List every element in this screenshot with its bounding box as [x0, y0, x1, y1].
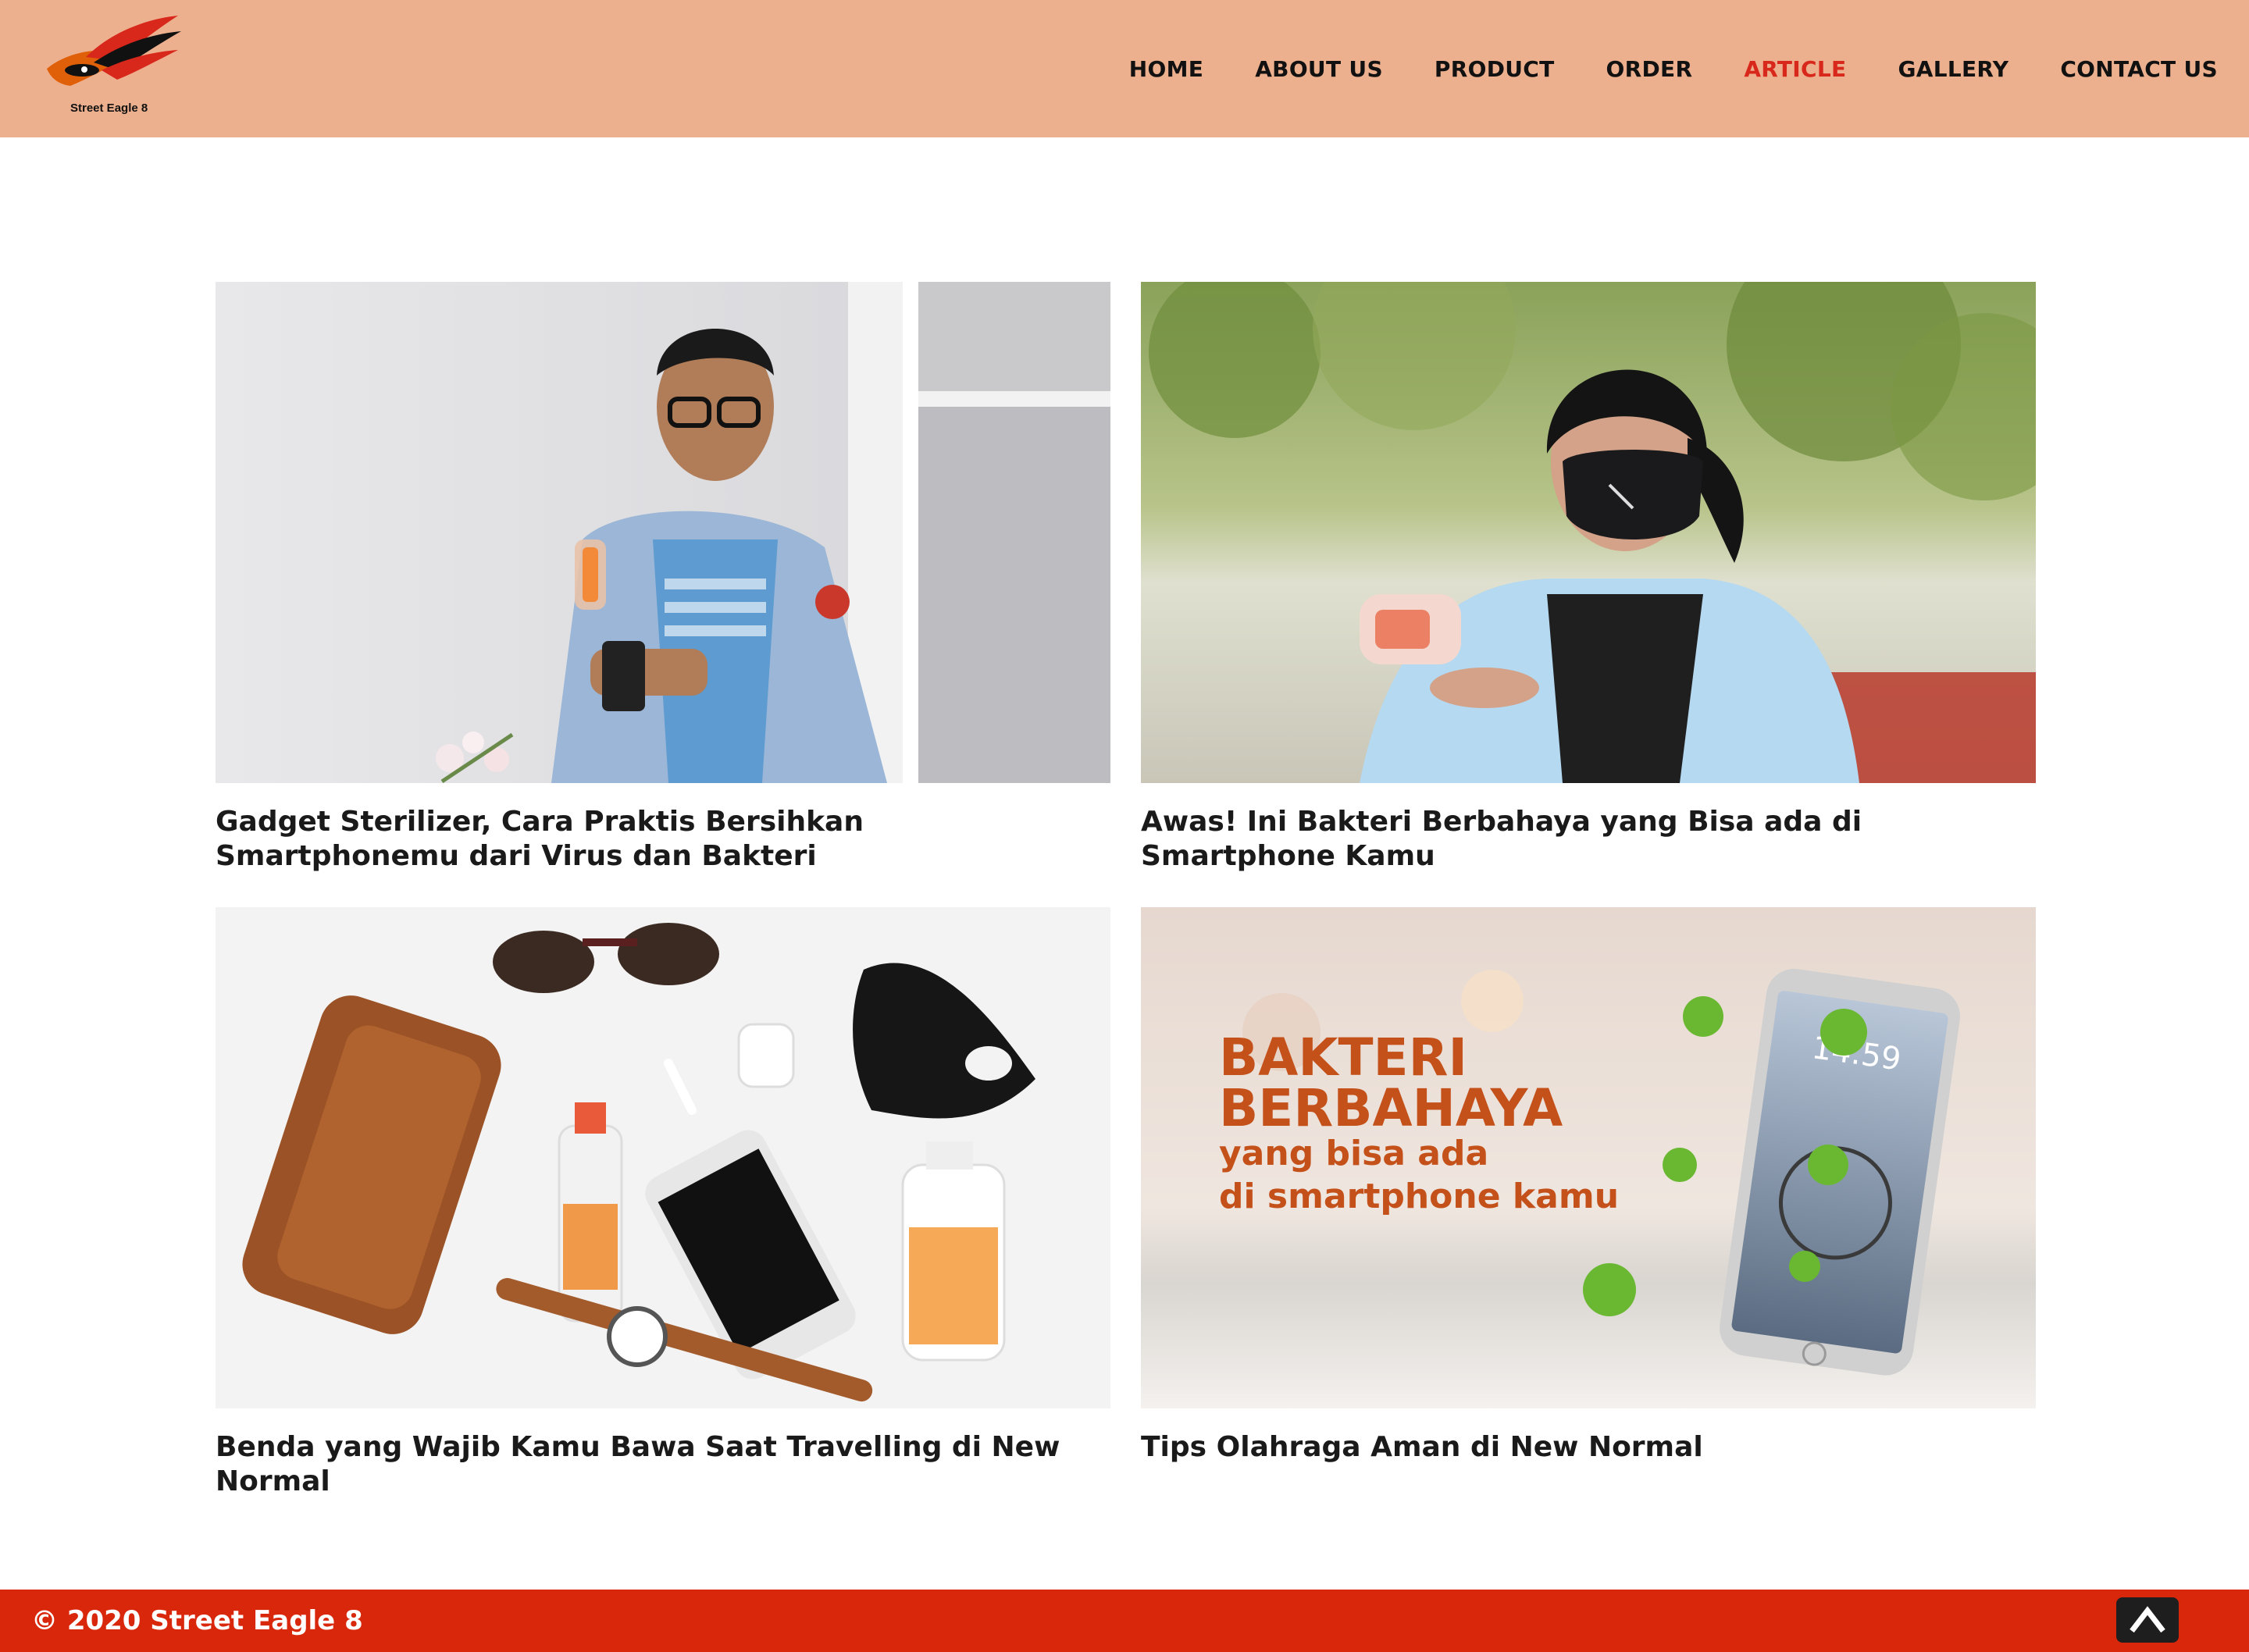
- article-image[interactable]: [216, 907, 1110, 1408]
- nav-order[interactable]: ORDER: [1606, 56, 1693, 82]
- site-header: Street Eagle 8 HOME ABOUT US PRODUCT ORD…: [0, 0, 2249, 137]
- chevron-up-icon: [2130, 1606, 2165, 1633]
- nav-article[interactable]: ARTICLE: [1744, 56, 1846, 82]
- article-card: Gadget Sterilizer, Cara Praktis Bersihka…: [216, 282, 1110, 874]
- main-nav: HOME ABOUT US PRODUCT ORDER ARTICLE GALL…: [1129, 0, 2218, 137]
- article-card: Awas! Ini Bakteri Berbahaya yang Bisa ad…: [1141, 282, 2036, 874]
- image-headline-line-2: BERBAHAYA: [1219, 1078, 1563, 1138]
- eagle-logo-icon: [47, 16, 181, 86]
- copyright-text: © 2020 Street Eagle 8: [31, 1605, 363, 1636]
- article-title[interactable]: Gadget Sterilizer, Cara Praktis Bersihka…: [216, 805, 1090, 874]
- image-headline-line-3: yang bisa ada: [1219, 1134, 1488, 1173]
- article-card: 14.59 BAKTERI BERBAHAYA yang bisa ada di…: [1141, 907, 2036, 1465]
- article-card: Benda yang Wajib Kamu Bawa Saat Travelli…: [216, 907, 1110, 1499]
- nav-gallery[interactable]: GALLERY: [1898, 56, 2008, 82]
- article-image[interactable]: [216, 282, 1110, 783]
- nav-about-us[interactable]: ABOUT US: [1255, 56, 1383, 82]
- article-image[interactable]: [1141, 282, 2036, 783]
- nav-product[interactable]: PRODUCT: [1435, 56, 1555, 82]
- site-footer: © 2020 Street Eagle 8: [0, 1590, 2249, 1652]
- image-headline-line-4: di smartphone kamu: [1219, 1177, 1619, 1216]
- nav-home[interactable]: HOME: [1129, 56, 1203, 82]
- article-image[interactable]: 14.59 BAKTERI BERBAHAYA yang bisa ada di…: [1141, 907, 2036, 1408]
- page: Street Eagle 8 HOME ABOUT US PRODUCT ORD…: [0, 0, 2249, 1652]
- article-title[interactable]: Tips Olahraga Aman di New Normal: [1141, 1430, 2016, 1465]
- back-to-top-button[interactable]: [2116, 1597, 2179, 1643]
- article-title[interactable]: Benda yang Wajib Kamu Bawa Saat Travelli…: [216, 1430, 1090, 1499]
- logo-wordmark: Street Eagle 8: [70, 101, 148, 115]
- article-title[interactable]: Awas! Ini Bakteri Berbahaya yang Bisa ad…: [1141, 805, 2016, 874]
- nav-contact-us[interactable]: CONTACT US: [2060, 56, 2218, 82]
- site-logo[interactable]: Street Eagle 8: [39, 14, 187, 123]
